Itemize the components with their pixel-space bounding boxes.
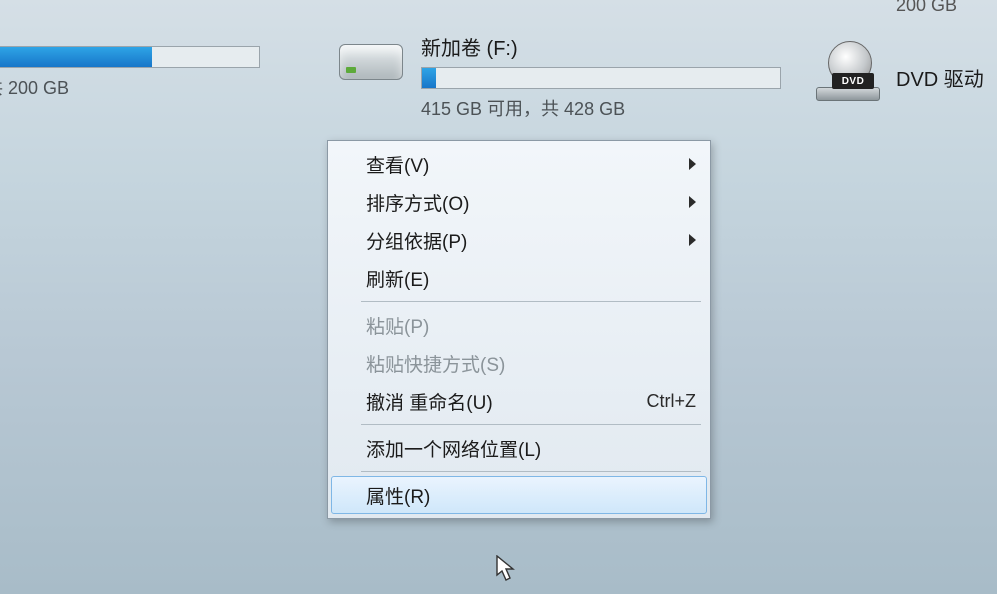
menu-item-6: 粘贴快捷方式(S) [331,344,707,382]
menu-item-label: 查看(V) [366,151,429,178]
menu-item-label: 属性(R) [366,482,430,509]
drive-f-usage-text: 415 GB 可用，共 428 GB [421,95,785,121]
menu-separator [361,301,701,302]
menu-item-label: 刷新(E) [366,265,429,292]
menu-item-label: 分组依据(P) [366,227,467,254]
menu-item-0[interactable]: 查看(V) [331,145,707,183]
menu-separator [361,471,701,472]
menu-item-11[interactable]: 属性(R) [331,476,707,514]
menu-item-7[interactable]: 撤消 重命名(U) Ctrl+Z [331,382,707,420]
menu-shortcut: Ctrl+Z [647,391,697,412]
chevron-right-icon [689,158,696,170]
hdd-icon [335,30,407,88]
menu-separator [361,424,701,425]
drive-f-usage-bar [421,67,781,89]
menu-item-2[interactable]: 分组依据(P) [331,221,707,259]
dvd-badge: DVD [832,73,874,89]
drive-f[interactable]: 新加卷 (F:) 415 GB 可用，共 428 GB [335,30,785,121]
remnant-text: 200 GB [896,0,957,16]
context-menu: 查看(V) 排序方式(O) 分组依据(P) 刷新(E) 粘贴(P) 粘贴快捷方式(S) 撤消… [327,140,711,519]
cursor-icon [496,555,516,583]
drive-dvd-title: DVD 驱动 [896,63,997,92]
menu-item-label: 排序方式(O) [366,189,469,216]
drive-e[interactable]: (E:) GB 可用，共 200 GB [0,15,320,100]
dvd-icon: DVD [810,45,882,103]
menu-item-1[interactable]: 排序方式(O) [331,183,707,221]
drive-e-usage-bar [0,46,260,68]
drive-dvd[interactable]: DVD DVD 驱动 [810,45,997,103]
chevron-right-icon [689,196,696,208]
menu-item-label: 添加一个网络位置(L) [366,435,541,462]
drive-f-usage-fill [422,68,436,88]
drive-e-usage-text: GB 可用，共 200 GB [0,74,320,100]
menu-item-label: 撤消 重命名(U) [366,388,493,415]
menu-item-5: 粘贴(P) [331,306,707,344]
drive-e-usage-fill [0,47,152,67]
menu-item-label: 粘贴快捷方式(S) [366,350,505,377]
menu-item-9[interactable]: 添加一个网络位置(L) [331,429,707,467]
drive-e-title: (E:) [0,17,320,40]
chevron-right-icon [689,234,696,246]
drive-f-title: 新加卷 (F:) [421,32,785,61]
menu-item-label: 粘贴(P) [366,312,429,339]
menu-item-3[interactable]: 刷新(E) [331,259,707,297]
